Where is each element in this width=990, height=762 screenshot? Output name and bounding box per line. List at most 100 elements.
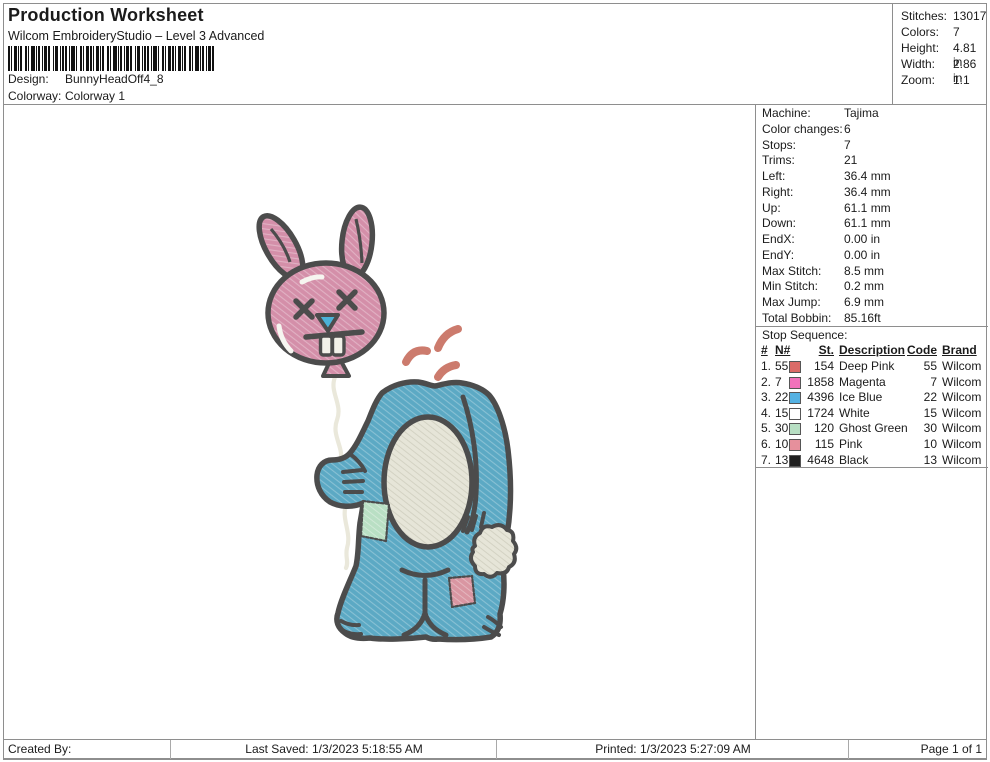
design-stats-box: Stitches: 13017 Colors: 7 Height: 4.81 i… [892,4,987,104]
pink-stitch-patch [449,576,475,607]
stop-sequence-row: 5. 30 120 Ghost Green 30 Wilcom [756,421,988,437]
stop-num: 2. [761,375,775,389]
stop-sequence-row: 4. 15 1724 White 15 Wilcom [756,406,988,422]
footer-bar: Created By: Last Saved: 1/3/2023 5:18:55… [3,739,987,760]
stat-row: Colors: 7 [893,25,987,41]
thread-color-name: Pink [839,437,862,451]
stat-row: Width: 2.86 in [893,57,987,73]
fluffy-tail [471,525,516,577]
design-label: Design: [8,72,65,86]
belly-patch [384,417,472,547]
machine-info-label: EndY: [762,248,794,262]
stop-num: 3. [761,390,775,404]
machine-info-row: Max Stitch: 8.5 mm [756,264,988,280]
stop-needle: 7 [775,375,790,389]
col-header-brand: Brand [942,343,977,357]
machine-info-label: Max Stitch: [762,264,821,278]
stop-stitch-count: 4396 [801,390,834,404]
machine-info-value: 85.16ft [844,311,881,325]
thread-color-name: Ice Blue [839,390,882,404]
stop-sequence-divider [756,326,988,327]
machine-info-label: Down: [762,216,796,230]
machine-info-row: Max Jump: 6.9 mm [756,295,988,311]
stop-stitch-count: 1724 [801,406,834,420]
software-version-subtitle: Wilcom EmbroideryStudio – Level 3 Advanc… [8,29,264,43]
thread-code: 55 [904,359,937,373]
machine-info-value: 7 [844,138,851,152]
thread-code: 7 [904,375,937,389]
machine-info-value: Tajima [844,106,879,120]
thread-color-name: White [839,406,870,420]
stop-sequence-bottom-divider [756,467,988,468]
stat-label: Zoom: [901,73,935,87]
stop-num: 4. [761,406,775,420]
machine-info-row: Total Bobbin: 85.16ft [756,311,988,327]
thread-code: 15 [904,406,937,420]
thread-code: 13 [904,453,937,467]
machine-info-value: 0.2 mm [844,279,884,293]
thread-color-name: Black [839,453,868,467]
stat-value: 1:1 [953,73,970,87]
stop-sequence-rows: 1. 55 154 Deep Pink 55 Wilcom 2. 7 1858 … [756,359,988,468]
machine-info-row: Trims: 21 [756,153,988,169]
machine-info-row: Min Stitch: 0.2 mm [756,279,988,295]
thread-brand: Wilcom [942,421,981,435]
stop-needle: 55 [775,359,790,373]
colorway-name: Colorway 1 [65,89,125,103]
thread-color-swatch [789,423,801,435]
thread-brand: Wilcom [942,375,981,389]
stop-stitch-count: 120 [801,421,834,435]
stop-stitch-count: 1858 [801,375,834,389]
stop-num: 7. [761,453,775,467]
thread-code: 10 [904,437,937,451]
stat-label: Height: [901,41,939,55]
machine-info-label: Stops: [762,138,796,152]
machine-info-label: Up: [762,201,781,215]
thread-code: 30 [904,421,937,435]
thread-color-name: Deep Pink [839,359,894,373]
stop-sequence-row: 2. 7 1858 Magenta 7 Wilcom [756,375,988,391]
stop-num: 1. [761,359,775,373]
machine-info-row: EndX: 0.00 in [756,232,988,248]
colorway-row: Colorway:Colorway 1 [8,89,125,104]
stop-num: 6. [761,437,775,451]
machine-info-label: Right: [762,185,793,199]
machine-info-value: 36.4 mm [844,185,891,199]
stop-sequence-row: 7. 13 4648 Black 13 Wilcom [756,453,988,469]
design-row: Design:BunnyHeadOff4_8 [8,72,164,87]
machine-info-row: Color changes: 6 [756,122,988,138]
stat-label: Stitches: [901,9,947,23]
machine-info-label: Total Bobbin: [762,311,831,325]
machine-info-value: 61.1 mm [844,201,891,215]
stop-num: 5. [761,421,775,435]
machine-info-value: 6 [844,122,851,136]
machine-info-label: Max Jump: [762,295,821,309]
last-saved-cell: Last Saved: 1/3/2023 5:18:55 AM [170,740,497,759]
machine-info-value: 61.1 mm [844,216,891,230]
col-header-stitches: St. [801,343,834,357]
stop-stitch-count: 115 [801,437,834,451]
green-stitch-patch [361,501,389,541]
machine-info-label: Min Stitch: [762,279,818,293]
machine-info-label: Left: [762,169,785,183]
stop-needle: 15 [775,406,790,420]
design-stats-list: Stitches: 13017 Colors: 7 Height: 4.81 i… [893,4,987,89]
production-worksheet-page: Production Worksheet Wilcom EmbroiderySt… [0,0,990,762]
machine-info-list: Machine: Tajima Color changes: 6 Stops: … [756,106,988,327]
col-header-code: Code [904,343,937,357]
stat-row: Stitches: 13017 [893,9,987,25]
machine-info-label: Trims: [762,153,795,167]
machine-info-row: Down: 61.1 mm [756,216,988,232]
col-header-description: Description [839,343,905,357]
thread-brand: Wilcom [942,359,981,373]
machine-info-value: 0.00 in [844,248,880,262]
machine-info-panel: Machine: Tajima Color changes: 6 Stops: … [755,104,988,740]
machine-info-label: Color changes: [762,122,843,136]
stat-value: 13017 [953,9,986,23]
col-header-num: # [761,343,775,357]
bunny-embroidery-design [4,105,755,738]
thread-brand: Wilcom [942,390,981,404]
buck-teeth [321,336,345,355]
machine-info-label: Machine: [762,106,811,120]
created-by-cell: Created By: [3,740,175,759]
